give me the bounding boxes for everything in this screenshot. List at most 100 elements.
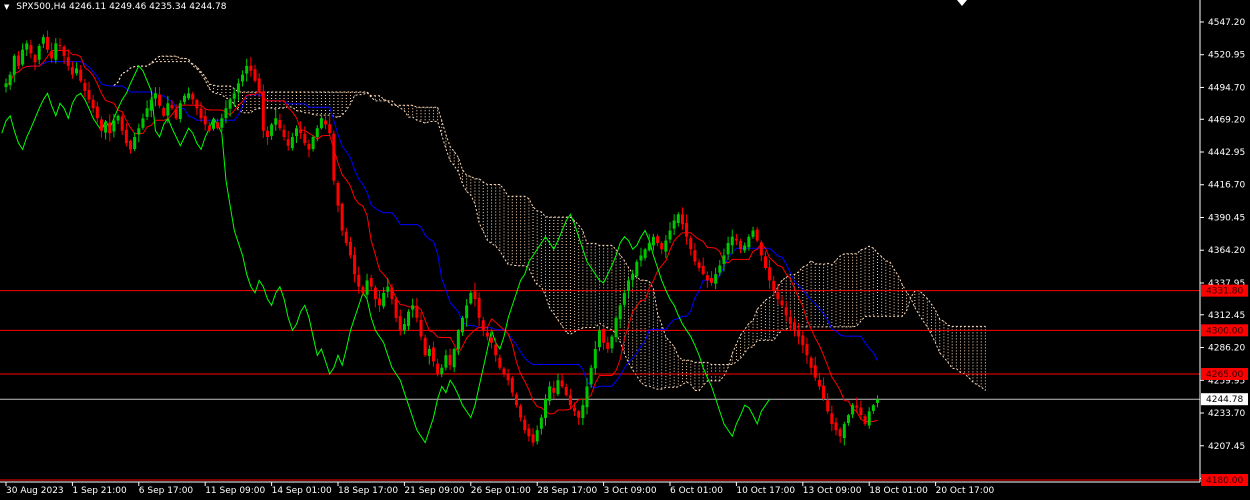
candle-body [813,365,817,378]
candle-body [365,280,369,295]
candle-body [722,255,726,264]
candle-body [656,236,660,243]
price-chart[interactable]: 4547.20 4520.95 4494.70 4469.20 4442.95 4416.… [0,0,1250,500]
candle-body [191,93,195,100]
candle-body [797,329,801,337]
candle-body [618,305,622,320]
candle-body [286,139,290,146]
candle-body [527,428,531,437]
candle-body [714,274,718,284]
candle-body [498,357,502,368]
candle-body [481,320,485,331]
candle-body [124,129,128,144]
candle-body [241,74,245,82]
candle-body [307,143,311,150]
candle-body [166,103,170,116]
candle-body [253,69,257,81]
candle-body [535,430,539,442]
candle-body [207,125,211,131]
candle-body [710,278,713,283]
candle-body [315,128,319,138]
candle-body [639,255,643,261]
candle-body [369,278,373,287]
candle-body [672,220,676,229]
candle-body [224,108,228,119]
candle-body [568,395,572,406]
candle-body [162,108,166,116]
candle-body [751,230,755,237]
candle-body [726,243,730,255]
candle-body [867,411,871,426]
candle-body [718,265,722,273]
candle-body [490,337,494,343]
candle-body [444,355,448,368]
candle-body [427,349,431,357]
candle-body [66,57,70,66]
candle-body [133,136,137,150]
candle-body [411,305,415,310]
candle-body [278,119,282,129]
candle-body [788,316,792,325]
candle-body [494,344,498,356]
candle-body [104,124,108,133]
candle-body [577,411,581,418]
candle-body [664,240,668,252]
candle-body [830,413,834,424]
x-tick-label: 21 Sep 09:00 [404,486,464,496]
candle-body [4,83,8,88]
y-tick-label: 4390.45 [1208,213,1245,223]
candle-body [373,287,377,300]
candle-body [299,129,303,134]
candle-body [730,236,734,246]
ichimoku-cloud [113,55,986,392]
candle-body [129,140,132,150]
chikou-span-line [1,64,771,444]
candle-body [340,203,344,231]
candle-body [12,55,16,75]
candle-body [357,274,361,287]
candle-body [112,120,116,132]
candle-body [95,106,99,119]
candle-body [407,311,411,327]
x-tick-label: 28 Sep 17:00 [537,486,597,496]
y-tick-label: 4312.45 [1208,311,1245,321]
candle-body [436,363,440,374]
candle-body [390,287,394,300]
kijun-sen-line [5,61,878,389]
candle-body [859,407,863,416]
candle-body [622,292,626,305]
candle-body [232,93,236,99]
candle-body [851,405,855,415]
level-price-label: 4300.00 [1206,326,1243,336]
candle-body [25,43,29,50]
y-tick-label: 4416.70 [1208,181,1245,191]
candle-body [431,347,435,362]
x-tick-label: 6 Sep 17:00 [139,486,194,496]
candle-body [863,416,867,424]
candle-body [548,386,552,401]
candle-body [676,214,680,223]
x-tick-label: 14 Sep 01:00 [272,486,332,496]
y-tick-label: 4547.20 [1208,18,1245,28]
candle-body [842,423,846,439]
current-price-label: 4244.78 [1206,395,1243,405]
horizontal-levels [0,290,1200,481]
x-tick-label: 6 Oct 01:00 [670,486,723,496]
candle-body [506,373,510,381]
candle-body [705,275,709,281]
candle-body [91,99,95,109]
candle-body [510,377,514,393]
candle-body [456,330,460,350]
candle-body [270,124,274,136]
candle-body [382,292,386,307]
candle-body [440,367,444,375]
candle-body [303,133,307,144]
candle-body [809,357,813,368]
price-axis: 4547.20 4520.95 4494.70 4469.20 4442.95 4416.… [0,0,1250,500]
candle-body [593,349,597,369]
candle-body [29,45,33,54]
candle-body [776,292,780,300]
candle-body [448,354,452,366]
x-tick-label: 26 Sep 01:00 [471,486,531,496]
candle-body [473,291,477,300]
